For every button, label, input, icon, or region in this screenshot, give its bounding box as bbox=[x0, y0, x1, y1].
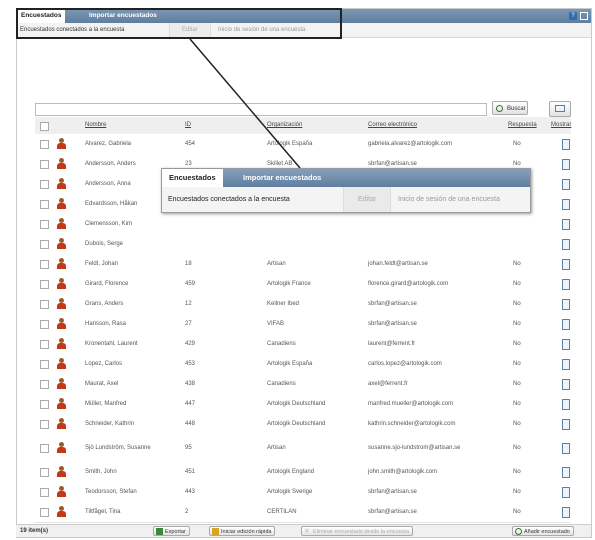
callout-connector bbox=[189, 38, 301, 169]
callout-tab-import: Importar encuestados bbox=[243, 173, 322, 182]
callout-tab-respondents: Encuestados bbox=[162, 169, 223, 187]
zoom-callout: Encuestados Importar encuestados Encuest… bbox=[161, 168, 531, 213]
callout-tab-bar: Encuestados Importar encuestados bbox=[162, 169, 530, 187]
callout-edit: Editar bbox=[343, 187, 392, 212]
callout-session: Inicio de sesión de una encuesta bbox=[398, 196, 500, 203]
callout-sub-toolbar: Encuestados conectados a la encuesta Edi… bbox=[162, 187, 530, 212]
callout-connected-label: Encuestados conectados a la encuesta bbox=[168, 196, 290, 203]
